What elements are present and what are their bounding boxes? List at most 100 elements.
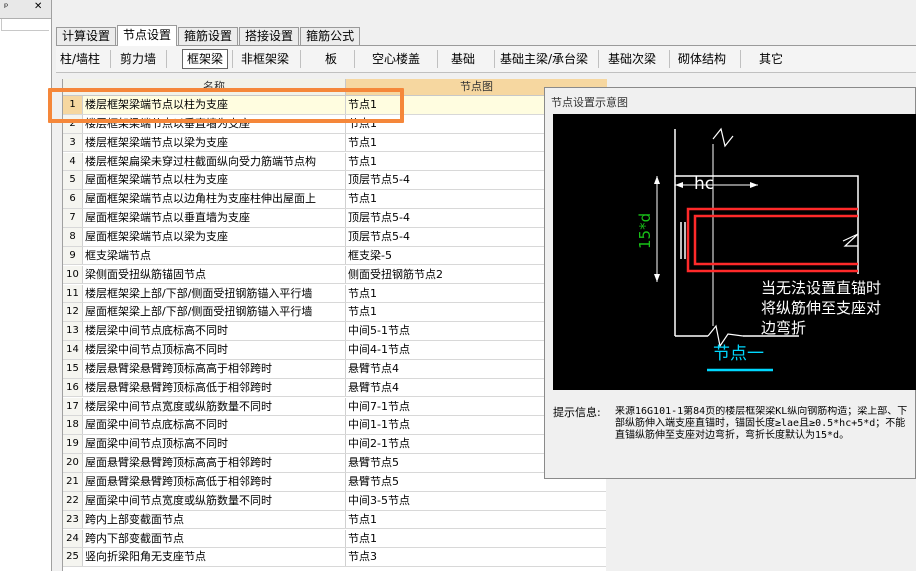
table-row[interactable]: 3 楼层框架梁端节点以梁为支座 节点1 xyxy=(63,133,606,153)
tab-0[interactable]: 计算设置 xyxy=(56,27,117,45)
row-number: 8 xyxy=(63,227,83,246)
row-number: 24 xyxy=(63,529,83,548)
row-number: 7 xyxy=(63,209,83,227)
table-row[interactable]: 10 梁侧面受扭纵筋锚固节点 侧面受扭钢筋节点2 xyxy=(63,265,606,285)
row-name: 屋面框架梁上部/下部/侧面受扭钢筋锚入平行墙 xyxy=(85,305,313,319)
info-text: 来源16G101-1第84页的楼层框架梁KL纵向钢筋构造；梁上部、下部纵筋伸入端… xyxy=(615,406,908,441)
row-number: 5 xyxy=(63,171,83,190)
table-row[interactable]: 17 楼层梁中间节点宽度或纵筋数量不同时 中间7-1节点 xyxy=(63,397,606,417)
row-number: 21 xyxy=(63,473,83,491)
table-row[interactable]: 12 屋面框架梁上部/下部/侧面受扭钢筋锚入平行墙 节点1 xyxy=(63,303,606,323)
table-row[interactable]: 15 楼层悬臂梁悬臂跨顶标高高于相邻跨时 悬臂节点4 xyxy=(63,359,606,379)
row-name: 楼层悬臂梁悬臂跨顶标高高于相邻跨时 xyxy=(85,361,272,375)
row-name: 楼层框架梁端节点以梁为支座 xyxy=(85,135,228,149)
info-label: 提示信息: xyxy=(553,406,601,419)
row-number: 22 xyxy=(63,491,83,510)
row-name: 屋面梁中间节点顶标高不同时 xyxy=(85,437,228,451)
row-name: 梁侧面受扭纵筋锚固节点 xyxy=(85,267,206,281)
row-node-value[interactable]: 节点1 xyxy=(345,529,606,548)
subtab-2[interactable]: 框架梁 xyxy=(182,49,228,69)
subtab-separator xyxy=(354,50,355,68)
subtab-9[interactable]: 砌体结构 xyxy=(670,50,734,68)
row-name: 框支梁端节点 xyxy=(85,248,151,262)
subtab-3[interactable]: 非框架梁 xyxy=(236,50,294,68)
subtab-separator xyxy=(232,50,233,68)
row-name: 屋面梁中间节点底标高不同时 xyxy=(85,418,228,432)
table-row[interactable]: 25 竖向折梁阳角无支座节点 节点3 xyxy=(63,548,606,568)
table-row[interactable]: 9 框支梁端节点 框支梁-5 xyxy=(63,246,606,266)
row-number: 23 xyxy=(63,510,83,529)
row-name: 楼层梁中间节点底标高不同时 xyxy=(85,324,228,338)
row-name: 楼层梁中间节点宽度或纵筋数量不同时 xyxy=(85,399,272,413)
popup-title: 节点设置示意图 xyxy=(551,96,628,109)
row-number: 18 xyxy=(63,416,83,435)
node-diagram: hc 15*d 当无法设置直锚时 将纵筋伸至支座对 边弯折 节点一 xyxy=(636,127,881,372)
table-row[interactable]: 13 楼层梁中间节点底标高不同时 中间5-1节点 xyxy=(63,322,606,341)
subtab-separator xyxy=(494,50,495,68)
row-number: 25 xyxy=(63,548,83,567)
row-number: 17 xyxy=(63,397,83,416)
row-number: 4 xyxy=(63,152,83,171)
row-number: 20 xyxy=(63,454,83,472)
row-name: 楼层悬臂梁悬臂跨顶标高低于相邻跨时 xyxy=(85,380,272,394)
subtab-8[interactable]: 基础次梁 xyxy=(601,50,663,68)
settings-tabs: 计算设置 节点设置 箍筋设置 搭接设置 箍筋公式 xyxy=(56,25,361,46)
table-row[interactable]: 6 屋面框架梁端节点以边角柱为支座柱伸出屋面上 节点1 xyxy=(63,190,606,209)
table-row[interactable]: 21 屋面悬臂梁悬臂跨顶标高低于相邻跨时 悬臂节点5 xyxy=(63,473,606,492)
row-name: 屋面悬臂梁悬臂跨顶标高低于相邻跨时 xyxy=(85,475,272,488)
highlight-box xyxy=(48,88,404,123)
subtab-separator xyxy=(166,50,167,68)
subtab-separator xyxy=(300,50,301,68)
subtab-10[interactable]: 其它 xyxy=(746,50,796,68)
row-node-value[interactable]: 中间3-5节点 xyxy=(345,491,606,510)
row-name: 屋面框架梁端节点以边角柱为支座柱伸出屋面上 xyxy=(85,192,316,206)
dim-label-hc: hc xyxy=(694,174,714,194)
close-icon[interactable]: ✕ xyxy=(34,1,42,12)
subtab-5[interactable]: 空心楼盖 xyxy=(361,50,431,68)
table-row[interactable]: 8 屋面框架梁端节点以梁为支座 顶层节点5-4 xyxy=(63,227,606,247)
diagram-note-line: 当无法设置直锚时 xyxy=(761,279,881,297)
subtab-1[interactable]: 剪力墙 xyxy=(116,50,160,68)
table-row[interactable]: 22 屋面梁中间节点宽度或纵筋数量不同时 中间3-5节点 xyxy=(63,491,606,511)
tab-2[interactable]: 箍筋设置 xyxy=(178,27,239,45)
table-row[interactable]: 19 屋面梁中间节点顶标高不同时 中间2-1节点 xyxy=(63,435,606,454)
table-row[interactable]: 20 屋面悬臂梁悬臂跨顶标高高于相邻跨时 悬臂节点5 xyxy=(63,454,606,473)
tab-4[interactable]: 箍筋公式 xyxy=(300,27,361,45)
break-mark xyxy=(712,127,734,148)
row-name: 屋面梁中间节点宽度或纵筋数量不同时 xyxy=(85,493,272,507)
row-number: 11 xyxy=(63,284,83,303)
subtab-7[interactable]: 基础主梁/承台梁 xyxy=(496,50,592,68)
table-row[interactable]: 14 楼层梁中间节点顶标高不同时 中间4-1节点 xyxy=(63,341,606,360)
subtab-6[interactable]: 基础 xyxy=(438,50,488,68)
subtab-0[interactable]: 柱/墙柱 xyxy=(56,50,104,68)
row-node-value[interactable]: 节点3 xyxy=(345,548,606,567)
table-row[interactable]: 11 楼层框架梁上部/下部/侧面受扭钢筋锚入平行墙 节点1 xyxy=(63,284,606,304)
pin-icon[interactable]: ᵖ xyxy=(4,2,8,13)
table-row[interactable]: 16 楼层悬臂梁悬臂跨顶标高低于相邻跨时 悬臂节点4 xyxy=(63,378,606,398)
table-row[interactable]: 7 屋面框架梁端节点以垂直墙为支座 顶层节点5-4 xyxy=(63,209,606,228)
row-number: 9 xyxy=(63,246,83,265)
subtab-4[interactable]: 板 xyxy=(314,50,348,68)
tab-1[interactable]: 节点设置 xyxy=(117,25,178,46)
row-number: 19 xyxy=(63,435,83,453)
component-tabs: 柱/墙柱 剪力墙 框架梁 非框架梁 板空心楼盖 基础 基础主梁/承台梁 基础次梁 砌体结构 其它 xyxy=(56,45,916,73)
row-number: 14 xyxy=(63,341,83,359)
row-name: 跨内下部变截面节点 xyxy=(85,531,184,545)
table-row[interactable]: 23 跨内上部变截面节点 节点1 xyxy=(63,510,606,530)
diagram-caption: 节点一 xyxy=(713,344,764,364)
subtab-separator xyxy=(740,50,741,68)
row-number: 15 xyxy=(63,359,83,378)
node-diagram-window: 节点设置示意图 hc 15*d 当无法设置直锚时 将纵筋伸至支座对 边弯折 节点… xyxy=(544,87,916,479)
table-row[interactable]: 4 楼层框架扁梁未穿过柱截面纵向受力筋端节点构 节点1 xyxy=(63,152,606,172)
row-number: 16 xyxy=(63,378,83,397)
row-name: 楼层梁中间节点顶标高不同时 xyxy=(85,343,228,357)
table-row[interactable]: 5 屋面框架梁端节点以柱为支座 顶层节点5-4 xyxy=(63,171,606,191)
table-row[interactable]: 24 跨内下部变截面节点 节点1 xyxy=(63,529,606,549)
row-name: 屋面悬臂梁悬臂跨顶标高高于相邻跨时 xyxy=(85,456,272,470)
tab-3[interactable]: 搭接设置 xyxy=(239,27,300,45)
node-diagram-canvas: hc 15*d 当无法设置直锚时 将纵筋伸至支座对 边弯折 节点一 xyxy=(553,114,916,390)
row-node-value[interactable]: 节点1 xyxy=(345,510,606,529)
row-name: 楼层框架扁梁未穿过柱截面纵向受力筋端节点构 xyxy=(85,154,316,168)
subtab-separator xyxy=(110,50,111,68)
table-row[interactable]: 18 屋面梁中间节点底标高不同时 中间1-1节点 xyxy=(63,416,606,436)
